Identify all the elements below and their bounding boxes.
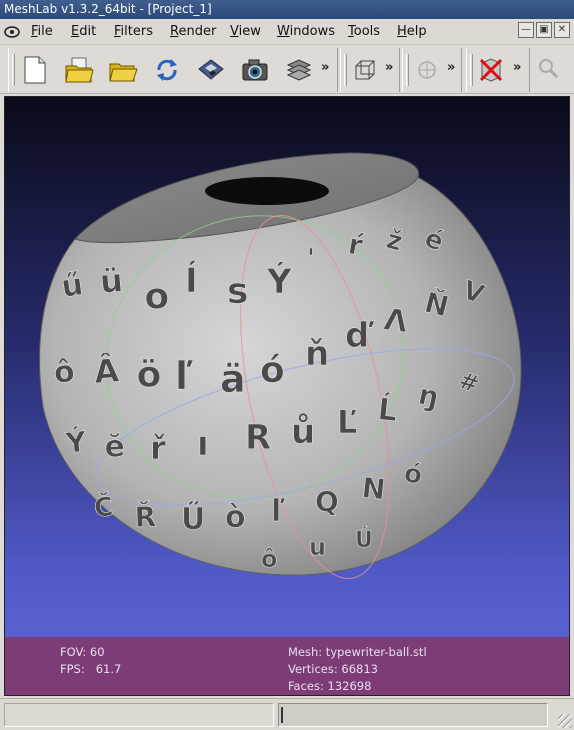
progress-indicator <box>281 707 283 723</box>
resize-grip-icon[interactable] <box>558 714 572 728</box>
render-toolbar: » <box>340 48 400 92</box>
new-document-icon <box>24 56 46 84</box>
face-count: Faces: 132698 <box>288 679 372 693</box>
globe-icon <box>418 61 436 79</box>
glyph-mark: ô <box>52 354 76 391</box>
glyph-mark: o <box>143 276 170 318</box>
toolbar-overflow-chevron[interactable]: » <box>513 60 521 75</box>
glyph-mark: ĕ <box>104 429 126 465</box>
glyph-mark: ò <box>225 500 246 535</box>
open-project-icon <box>65 57 94 83</box>
open-mesh-icon <box>109 63 138 82</box>
status-message <box>4 703 274 727</box>
magnifier-icon <box>539 59 559 79</box>
glyph-mark: Â <box>93 351 121 391</box>
glyph-mark: ı <box>197 424 209 464</box>
center-hole <box>205 177 329 205</box>
glyph-mark: Í <box>185 260 198 301</box>
mesh-render: ű ü o Ís Ý' ŕ ž éô Âö ľ ä ó ň ď Λ Ň VÝ ĕ ř ı Rů Ľ Ĺŋ #Č Ř Űò ľ Q Nóô… <box>39 152 522 579</box>
snapshot-icon <box>242 59 268 81</box>
mesh-name: Mesh: typewriter-ball.stl <box>288 645 427 659</box>
toolbar-grip[interactable] <box>470 54 473 86</box>
info-overlay: FOV: 60 FPS: 61.7 Mesh: typewriter-ball.… <box>5 637 569 695</box>
globe-button[interactable] <box>411 54 443 86</box>
toolbar-grip[interactable] <box>344 54 347 86</box>
minimize-icon[interactable]: — <box>518 22 534 38</box>
new-document-button[interactable] <box>19 54 51 86</box>
meshlab-window: MeshLab v1.3.2_64bit - [Project_1] File … <box>0 0 574 730</box>
open-mesh-button[interactable] <box>107 54 139 86</box>
glyph-mark: Ľ <box>337 403 357 441</box>
glyph-mark: ů <box>291 412 315 452</box>
menu-bar: File Edit Filters Render View Windows To… <box>0 19 574 45</box>
main-toolbar: » » » » <box>0 46 574 94</box>
toolbar-overflow-chevron[interactable]: » <box>321 60 329 75</box>
decorate-toolbar: » <box>402 48 462 92</box>
fps-readout: FPS: 61.7 <box>60 662 122 676</box>
glyph-mark: ö <box>136 354 162 396</box>
progress-bar <box>278 703 548 727</box>
close-icon[interactable]: ✕ <box>554 22 570 38</box>
glyph-mark: ľ <box>271 494 286 529</box>
restore-icon[interactable]: ▣ <box>536 22 552 38</box>
glyph-mark: Ý <box>266 261 292 302</box>
glyph-mark: ü <box>98 261 124 301</box>
menu-help[interactable]: Help <box>397 23 427 41</box>
menu-view[interactable]: View <box>230 23 261 41</box>
glyph-mark: N <box>360 471 387 506</box>
delete-icon <box>479 58 503 82</box>
magnifier-button[interactable] <box>532 52 564 84</box>
glyph-mark: Ű <box>181 500 205 537</box>
file-toolbar: » <box>8 48 338 92</box>
reload-button[interactable] <box>151 54 183 86</box>
glyph-mark: Q <box>315 485 339 518</box>
save-button[interactable] <box>195 54 227 86</box>
glyph-mark: ' <box>307 244 315 274</box>
glyph-mark: ô <box>261 545 278 573</box>
glyph-mark: ř <box>150 429 166 467</box>
glyph-mark: ň <box>305 334 329 374</box>
edit-toolbar: » <box>466 48 530 92</box>
bounding-box-button[interactable] <box>349 54 381 86</box>
toolbar-overflow-chevron[interactable]: » <box>447 60 455 75</box>
menu-filters[interactable]: Filters <box>114 23 153 41</box>
glyph-mark: Ĺ <box>376 391 399 429</box>
open-project-button[interactable] <box>63 54 95 86</box>
meshlab-logo-icon[interactable] <box>4 25 20 39</box>
menu-windows[interactable]: Windows <box>277 23 335 41</box>
vertex-count: Vertices: 66813 <box>288 662 378 676</box>
glyph-mark: R <box>245 418 271 458</box>
fov-readout: FOV: 60 <box>60 645 105 659</box>
toolbar-overflow-chevron[interactable]: » <box>385 60 393 75</box>
glyph-mark: u <box>309 533 326 561</box>
layers-icon <box>286 59 312 81</box>
toolbar-grip[interactable] <box>12 54 15 86</box>
menu-file[interactable]: File <box>31 23 53 41</box>
glyph-mark: Ú <box>355 527 373 553</box>
toolbar-grip[interactable] <box>406 54 409 86</box>
save-icon <box>198 59 224 80</box>
bounding-box-icon <box>355 60 375 80</box>
layers-button[interactable] <box>283 54 315 86</box>
3d-viewport[interactable]: ű ü o Ís Ý ' ŕ ž é ô Âö ľ ä ó ň ď Λ Ň V Ýĕ ř ı Rů Ľ Ĺŋ # Č Ř Űò ľ Q Nó ô… <box>4 96 570 696</box>
status-bar <box>0 698 574 730</box>
window-title: MeshLab v1.3.2_64bit - [Project_1] <box>4 2 212 16</box>
glyph-mark: Ý <box>63 424 88 460</box>
glyph-mark: s <box>227 271 248 312</box>
snapshot-button[interactable] <box>239 54 271 86</box>
glyph-mark: Ř <box>134 499 157 534</box>
reload-icon <box>157 59 177 81</box>
menu-edit[interactable]: Edit <box>71 23 96 41</box>
glyph-mark: Č <box>92 490 114 524</box>
glyph-mark: ä <box>220 357 246 401</box>
glyph-mark: ľ <box>175 354 194 398</box>
menu-render[interactable]: Render <box>170 23 216 41</box>
menu-tools[interactable]: Tools <box>348 23 380 41</box>
title-bar[interactable]: MeshLab v1.3.2_64bit - [Project_1] <box>0 0 574 19</box>
delete-button[interactable] <box>475 54 507 86</box>
glyph-mark: ó <box>260 350 285 391</box>
